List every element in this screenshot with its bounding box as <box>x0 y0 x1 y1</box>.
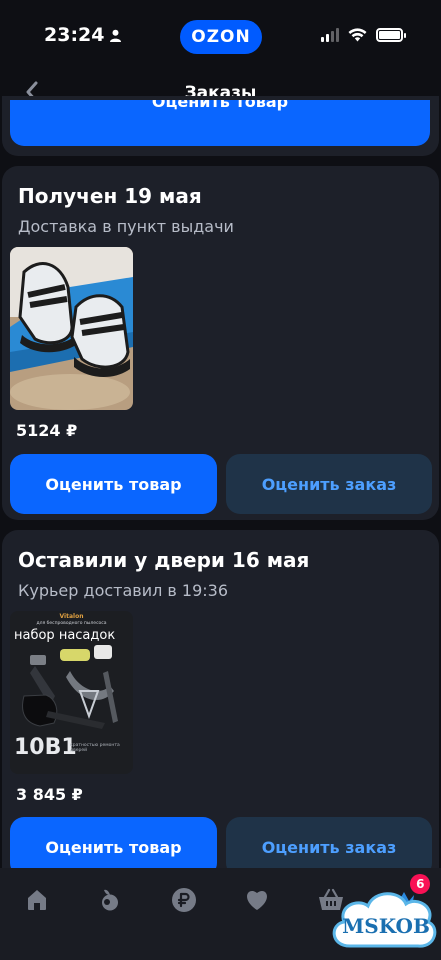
order-status-subtitle: Курьер доставил в 19:36 <box>18 581 229 600</box>
time-text: 23:24 <box>44 24 105 46</box>
rate-product-button[interactable]: Оценить товар <box>10 100 430 146</box>
signal-icon <box>321 28 339 42</box>
order-status-title: Получен 19 мая <box>18 184 202 208</box>
rate-product-label: Оценить товар <box>45 837 182 857</box>
order-status-subtitle: Доставка в пункт выдачи <box>18 217 234 236</box>
order-card[interactable]: Получен 19 мая Доставка в пункт выдачи 5… <box>2 166 439 520</box>
tab-finance[interactable] <box>164 882 204 918</box>
tab-home[interactable] <box>17 882 57 918</box>
order-status-title: Оставили у двери 16 мая <box>18 548 310 572</box>
rate-product-label: Оценить товар <box>151 100 289 111</box>
rate-order-label: Оценить заказ <box>261 837 397 857</box>
image-big-text: 10В1 <box>14 735 77 760</box>
home-icon <box>27 890 46 910</box>
tab-fresh[interactable] <box>90 882 130 918</box>
fresh-icon <box>102 889 119 911</box>
ozon-logo: OZON <box>180 20 262 54</box>
rate-product-label: Оценить товар <box>45 474 182 494</box>
wifi-icon <box>348 28 367 42</box>
battery-icon <box>376 28 406 42</box>
product-price: 3 845 ₽ <box>16 785 83 804</box>
image-caption-bottom: кратностью ремонта дверей <box>70 743 120 753</box>
status-icons <box>321 28 406 42</box>
product-image-sneakers[interactable] <box>10 247 133 410</box>
order-card-previous: Оценить товар <box>2 96 439 156</box>
heart-icon <box>247 891 268 910</box>
product-image-nozzle-set[interactable]: Vitalon для беспроводного пылесоса набор… <box>10 611 133 774</box>
tab-favorites[interactable] <box>237 882 277 918</box>
product-price: 5124 ₽ <box>16 421 78 440</box>
order-card[interactable]: Оставили у двери 16 мая Курьер доставил … <box>2 530 439 877</box>
watermark-text: MSKOB <box>342 914 430 938</box>
sneakers-image <box>10 247 133 410</box>
person-icon <box>110 29 122 42</box>
rate-order-button[interactable]: Оценить заказ <box>226 454 432 514</box>
ruble-icon <box>171 888 196 912</box>
status-time: 23:24 <box>44 24 122 46</box>
rate-product-button[interactable]: Оценить товар <box>10 454 217 514</box>
rate-order-label: Оценить заказ <box>261 474 397 494</box>
